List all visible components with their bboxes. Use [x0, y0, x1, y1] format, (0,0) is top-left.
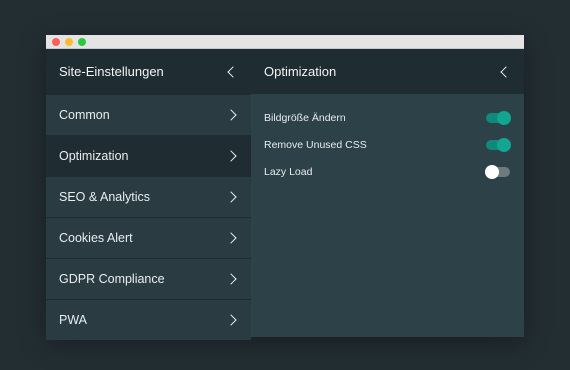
sidebar-item-gdpr-compliance[interactable]: GDPR Compliance [46, 258, 251, 299]
setting-row-lazy-load: Lazy Load [251, 158, 524, 185]
toggle-knob [497, 110, 511, 125]
chevron-left-icon[interactable] [227, 65, 239, 78]
chevron-right-icon [225, 232, 237, 244]
panel-title: Optimization [264, 64, 337, 79]
resize-images-toggle[interactable] [486, 110, 511, 125]
settings-list: Bildgröße Ändern Remove Unused CSS Lazy … [251, 94, 524, 185]
chevron-right-icon [225, 191, 237, 203]
setting-row-resize-images: Bildgröße Ändern [251, 104, 524, 131]
sidebar-item-pwa[interactable]: PWA [46, 299, 251, 340]
sidebar-item-common[interactable]: Common [46, 94, 251, 135]
sidebar-item-cookies-alert[interactable]: Cookies Alert [46, 217, 251, 258]
setting-label: Lazy Load [264, 165, 313, 178]
lazy-load-toggle[interactable] [485, 164, 510, 179]
chevron-right-icon [225, 109, 237, 121]
setting-label: Bildgröße Ändern [264, 111, 346, 124]
sidebar-item-label: GDPR Compliance [59, 272, 165, 286]
minimize-window-button[interactable] [65, 38, 73, 46]
sidebar-item-label: SEO & Analytics [59, 190, 151, 204]
setting-label: Remove Unused CSS [264, 138, 367, 151]
chevron-right-icon [225, 314, 237, 326]
window-titlebar [46, 35, 524, 49]
maximize-window-button[interactable] [78, 38, 86, 46]
sidebar-item-seo-analytics[interactable]: SEO & Analytics [46, 176, 251, 217]
sidebar-item-label: Optimization [59, 149, 129, 163]
close-window-button[interactable] [52, 38, 60, 46]
chevron-left-icon[interactable] [500, 65, 512, 78]
sidebar: Site-Einstellungen Common Optimization S… [46, 49, 251, 340]
settings-window: Site-Einstellungen Common Optimization S… [46, 35, 524, 340]
sidebar-header: Site-Einstellungen [46, 49, 251, 94]
setting-row-remove-unused-css: Remove Unused CSS [251, 131, 524, 158]
sidebar-menu: Common Optimization SEO & Analytics Cook… [46, 94, 251, 340]
settings-panel: Optimization Bildgröße Ändern Remove Unu… [251, 49, 524, 337]
sidebar-title: Site-Einstellungen [59, 64, 164, 79]
remove-unused-css-toggle[interactable] [486, 137, 511, 152]
toggle-knob [485, 164, 499, 179]
panel-header: Optimization [251, 49, 524, 94]
chevron-right-icon [225, 150, 237, 162]
sidebar-item-label: Common [59, 108, 110, 122]
sidebar-item-label: PWA [59, 313, 88, 327]
sidebar-item-label: Cookies Alert [59, 231, 133, 245]
toggle-knob [497, 137, 511, 152]
sidebar-item-optimization[interactable]: Optimization [46, 135, 251, 176]
chevron-right-icon [225, 273, 237, 285]
